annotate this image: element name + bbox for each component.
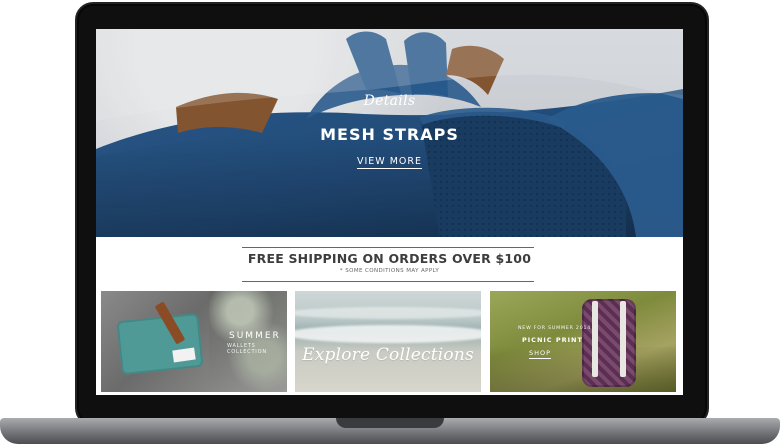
tile-summer-subtitle: WALLETS COLLECTION xyxy=(227,343,267,355)
surf-wave-decoration xyxy=(295,325,481,343)
hero-title: MESH STRAPS xyxy=(320,125,459,144)
wave-icon xyxy=(295,307,481,319)
free-shipping-banner: FREE SHIPPING ON ORDERS OVER $100 * SOME… xyxy=(96,237,683,291)
laptop-mockup: Details MESH STRAPS VIEW MORE FREE SHIPP… xyxy=(0,0,780,448)
hero-text-overlay: Details MESH STRAPS VIEW MORE xyxy=(96,29,683,237)
backpack-strap-left xyxy=(592,301,598,377)
tile-picnic-title: PICNIC PRINT xyxy=(522,336,583,344)
laptop-notch xyxy=(336,418,444,428)
tile-picnic-print[interactable]: NEW FOR SUMMER 2014 PICNIC PRINT SHOP xyxy=(490,291,676,392)
hero-view-more-link[interactable]: VIEW MORE xyxy=(96,156,683,169)
shipping-main-text: FREE SHIPPING ON ORDERS OVER $100 xyxy=(247,251,532,266)
shipping-subtext: * SOME CONDITIONS MAY APPLY xyxy=(339,268,440,274)
tile-summer-title: SUMMER xyxy=(229,331,281,341)
backpack-icon xyxy=(582,299,636,387)
tile-explore-collections[interactable]: Explore Collections xyxy=(295,291,481,392)
tile-picnic-shop-link[interactable]: SHOP xyxy=(529,349,552,359)
hero-banner: Details MESH STRAPS VIEW MORE xyxy=(96,29,683,237)
shipping-bottom-rule xyxy=(242,281,534,282)
hero-kicker: Details xyxy=(363,93,416,109)
backpack-strap-right xyxy=(620,301,626,377)
website-screen: Details MESH STRAPS VIEW MORE FREE SHIPP… xyxy=(96,29,683,395)
tile-summer-wallets[interactable]: SUMMER WALLETS COLLECTION xyxy=(101,291,287,392)
plants-decoration xyxy=(209,291,287,392)
shipping-top-rule xyxy=(242,247,534,248)
tile-explore-title: Explore Collections xyxy=(302,345,474,365)
pouch-icon xyxy=(116,312,204,376)
tile-picnic-kicker: NEW FOR SUMMER 2014 xyxy=(518,326,592,331)
view-more-text[interactable]: VIEW MORE xyxy=(357,156,422,169)
